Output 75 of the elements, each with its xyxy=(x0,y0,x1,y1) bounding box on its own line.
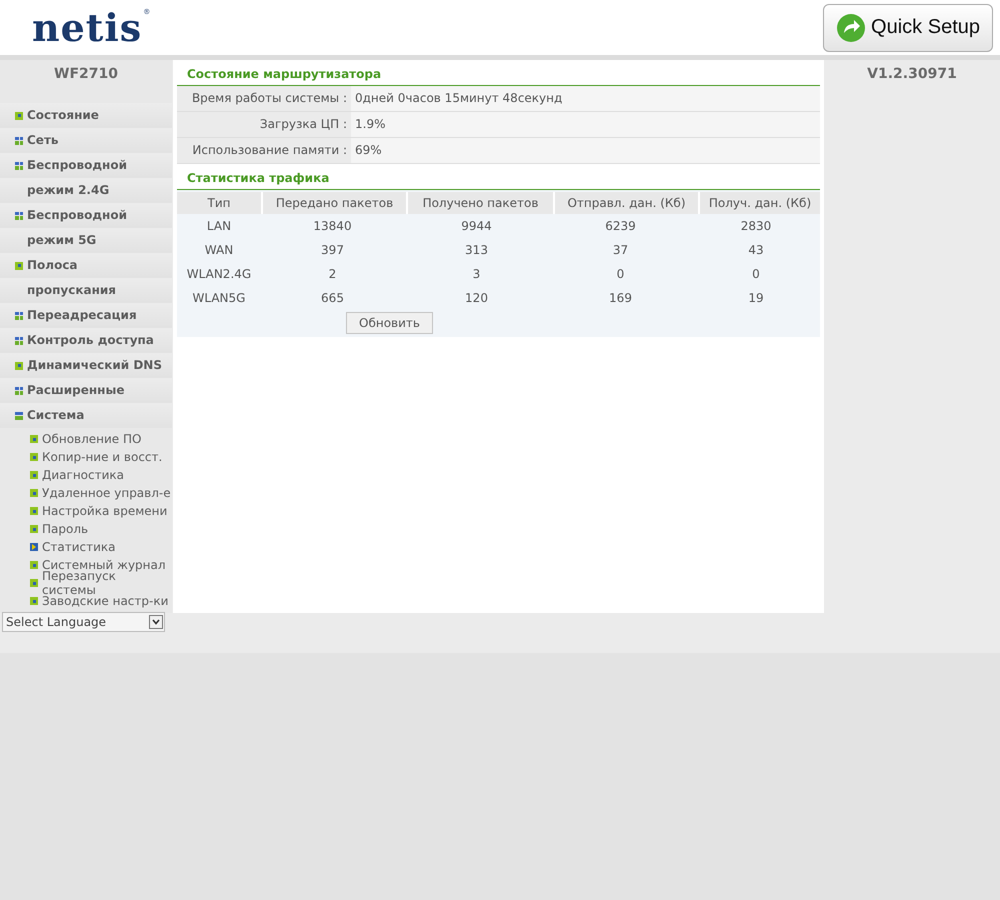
field-label: Использование памяти : xyxy=(177,138,351,163)
column-header: Отправл. дан. (Кб) xyxy=(555,192,698,214)
submenu-item[interactable]: Копир-ние и восст. xyxy=(30,448,172,466)
grid-icon xyxy=(15,136,23,144)
model-name: WF2710 xyxy=(53,65,119,84)
table-cell-text: WAN xyxy=(204,242,234,259)
column-header: Тип xyxy=(177,192,261,214)
table-cell-text: 37 xyxy=(612,242,630,259)
table-cell-text: 3 xyxy=(472,266,482,283)
field-value: 0дней 0часов 15минут 48секунд xyxy=(351,86,820,111)
menu-item[interactable]: Динамический DNS xyxy=(0,353,172,378)
menu-item[interactable]: Расширенные xyxy=(0,378,172,403)
bullet-icon xyxy=(30,525,38,533)
table-cell-text: 665 xyxy=(320,290,345,307)
field-label: Загрузка ЦП : xyxy=(177,112,351,137)
bullet-icon xyxy=(15,262,23,270)
grid-icon xyxy=(15,386,23,394)
table-cell-text: 0 xyxy=(616,266,626,283)
bullet-icon xyxy=(30,471,38,479)
column-header: Получ. дан. (Кб) xyxy=(700,192,820,214)
bullet-icon xyxy=(30,489,38,497)
table-cell-text: WLAN2.4G xyxy=(186,266,252,283)
table-cell-text: 13840 xyxy=(312,218,353,235)
table-cell-text: 0 xyxy=(751,266,761,283)
table-cell-text: 6239 xyxy=(604,218,637,235)
bullet-icon xyxy=(30,579,38,587)
firmware-version: V1.2.30971 xyxy=(866,65,958,82)
arrow-bullet-icon xyxy=(30,543,38,551)
table-cell-text: 313 xyxy=(464,242,489,259)
field-value: 69% xyxy=(351,138,820,163)
grid-icon xyxy=(15,212,23,220)
bullet-icon xyxy=(15,112,23,120)
bullet-icon xyxy=(15,362,23,370)
column-header: Получено пакетов xyxy=(408,192,553,214)
bullet-icon xyxy=(30,561,38,569)
table-cell-text: 43 xyxy=(747,242,765,259)
column-header: Передано пакетов xyxy=(263,192,406,214)
dropdown-icon xyxy=(149,615,163,629)
bullet-icon xyxy=(30,597,38,605)
bars-icon xyxy=(15,412,23,420)
language-select[interactable]: Select Language xyxy=(2,612,165,632)
field-label: Время работы системы : xyxy=(177,86,351,111)
refresh-button[interactable]: Обновить xyxy=(346,312,433,334)
menu-item[interactable]: Беспроводной режим 5G xyxy=(0,203,172,253)
table-cell-text: 2 xyxy=(328,266,338,283)
menu-item[interactable]: Беспроводной режим 2.4G xyxy=(0,153,172,203)
logo: netis$^{®}$ xyxy=(32,8,152,46)
submenu-item[interactable]: Пароль xyxy=(30,520,172,538)
submenu-item[interactable]: Статистика xyxy=(30,538,172,556)
submenu-item[interactable]: Настройка времени xyxy=(30,502,172,520)
submenu-item[interactable]: Удаленное управл-е xyxy=(30,484,172,502)
menu-item[interactable]: Контроль доступа xyxy=(0,328,172,353)
table-cell-text: LAN xyxy=(206,218,232,235)
grid-icon xyxy=(15,312,23,320)
table-cell-text: 9944 xyxy=(460,218,493,235)
bullet-icon xyxy=(30,435,38,443)
bullet-icon xyxy=(30,507,38,515)
menu-item[interactable]: Состояние xyxy=(0,103,172,128)
submenu-item[interactable]: Обновление ПО xyxy=(30,430,172,448)
grid-icon xyxy=(15,162,23,170)
field-value: 1.9% xyxy=(351,112,820,137)
table-cell-text: WLAN5G xyxy=(192,290,246,307)
submenu-item[interactable]: Диагностика xyxy=(30,466,172,484)
menu-item[interactable]: Переадресация xyxy=(0,303,172,328)
table-cell-text: 120 xyxy=(464,290,489,307)
table-cell-text: 19 xyxy=(747,290,765,307)
table-cell-text: 397 xyxy=(320,242,345,259)
quick-setup-button[interactable]: Quick Setup xyxy=(823,4,993,52)
menu-item[interactable]: Полоса пропускания xyxy=(0,253,172,303)
grid-icon xyxy=(15,336,23,344)
table-cell-text: 2830 xyxy=(740,218,772,235)
bullet-icon xyxy=(30,453,38,461)
menu-item[interactable]: Сеть xyxy=(0,128,172,153)
menu-item[interactable]: Система xyxy=(0,403,172,428)
table-cell-text: 169 xyxy=(608,290,633,307)
